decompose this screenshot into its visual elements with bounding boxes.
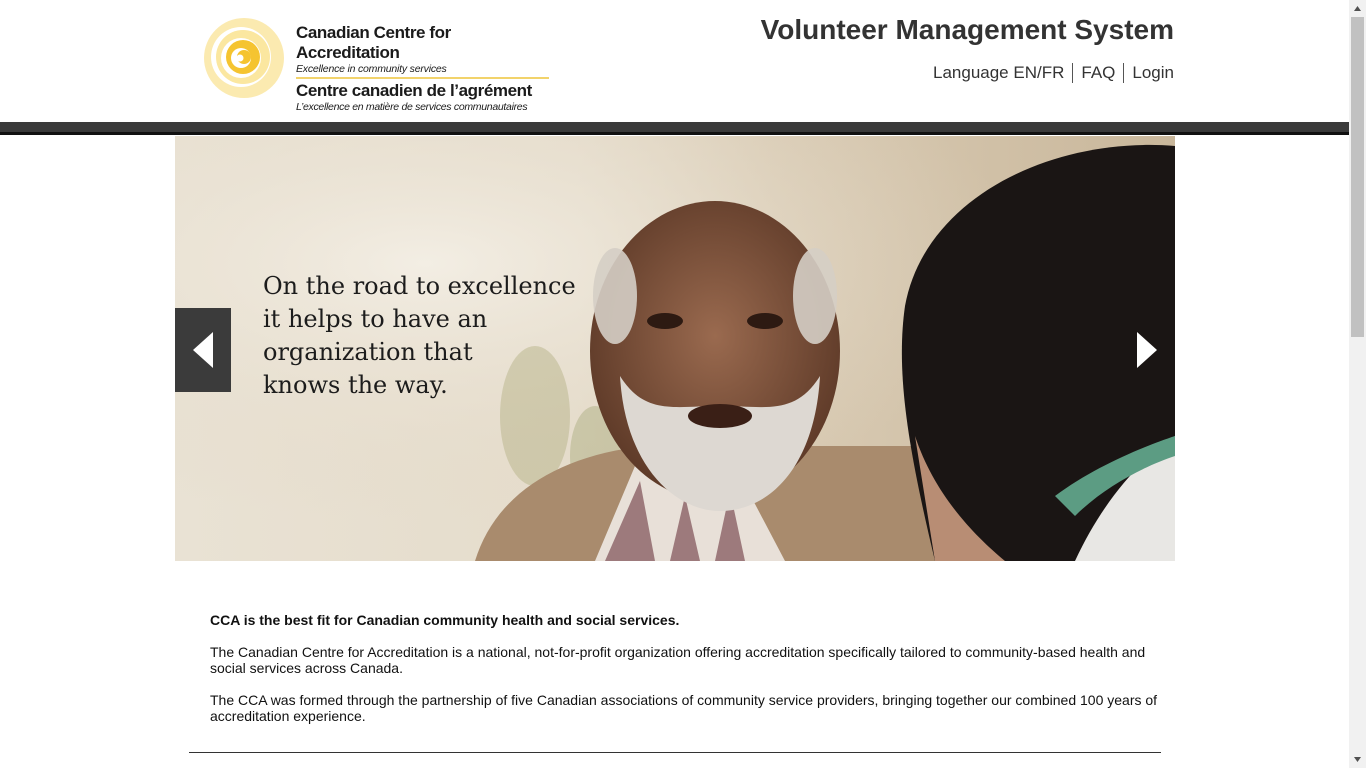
header-bar-line — [0, 132, 1349, 135]
content-divider — [189, 752, 1161, 753]
chevron-left-icon — [193, 332, 213, 368]
logo-fr-title: Centre canadien de l’agrément — [296, 81, 532, 100]
logo-fr-tagline: L’excellence en matière de services comm… — [296, 101, 528, 113]
logo-divider — [296, 77, 549, 79]
hero-caption-line: organization that — [263, 338, 473, 366]
top-nav: Language EN/FR FAQ Login — [925, 63, 1174, 83]
cca-logo-icon — [204, 18, 284, 98]
intro-paragraph: The Canadian Centre for Accreditation is… — [210, 644, 1146, 676]
language-toggle-link[interactable]: Language EN/FR — [925, 63, 1072, 83]
intro-lead: CCA is the best fit for Canadian communi… — [210, 612, 680, 628]
cca-logo[interactable]: Canadian Centre for Accreditation Excell… — [203, 14, 553, 113]
scrollbar-thumb[interactable] — [1351, 17, 1364, 337]
hero-caption-line: it helps to have an — [263, 305, 488, 333]
chevron-right-icon — [1137, 332, 1157, 368]
site-title: Volunteer Management System — [760, 14, 1174, 45]
carousel-next-button[interactable] — [1119, 308, 1175, 392]
logo-en-tagline: Excellence in community services — [296, 63, 447, 75]
login-link[interactable]: Login — [1124, 63, 1174, 83]
hero-carousel: On the road to excellence it helps to ha… — [175, 136, 1175, 561]
scroll-up-arrow-icon[interactable] — [1349, 0, 1366, 17]
site-header: Canadian Centre for Accreditation Excell… — [0, 0, 1349, 122]
intro-content: CCA is the best fit for Canadian communi… — [210, 612, 1170, 740]
intro-paragraph: The CCA was formed through the partnersh… — [210, 692, 1158, 724]
hero-caption: On the road to excellence it helps to ha… — [263, 270, 576, 402]
hero-caption-line: On the road to excellence — [263, 272, 576, 300]
scroll-down-arrow-icon[interactable] — [1349, 751, 1366, 768]
carousel-prev-button[interactable] — [175, 308, 231, 392]
logo-text: Canadian Centre for Accreditation Excell… — [296, 14, 556, 113]
page-scrollbar[interactable] — [1349, 0, 1366, 768]
hero-caption-line: knows the way. — [263, 371, 448, 399]
faq-link[interactable]: FAQ — [1073, 63, 1123, 83]
logo-en-title: Canadian Centre for Accreditation — [296, 23, 451, 62]
